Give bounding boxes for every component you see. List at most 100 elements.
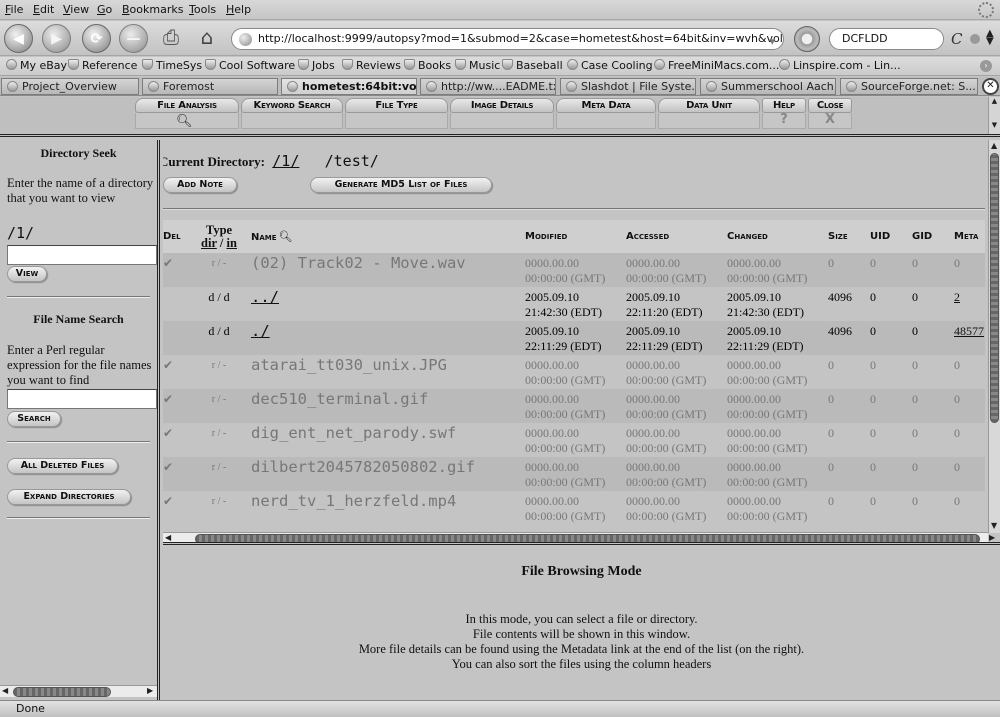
bookmark-item[interactable]: Baseball xyxy=(502,59,563,72)
menu-edit[interactable]: Edit xyxy=(33,3,54,16)
table-row[interactable]: ✔ r / - (02) Track02 - Move.wav 0000.00.00 0… xyxy=(163,253,985,287)
file-name-link[interactable]: dec510_terminal.gif xyxy=(251,390,428,408)
directory-link[interactable]: ./ xyxy=(251,322,270,340)
scroll-down-icon[interactable]: ▼ xyxy=(991,521,997,530)
column-uid[interactable]: UID xyxy=(870,220,912,253)
table-row[interactable]: ✔ r / - dig_ent_net_parody.swf 0000.00.00 00… xyxy=(163,423,985,457)
close-button[interactable]: X xyxy=(808,112,852,129)
table-row[interactable]: ✔ r / - nerd_tv_1_herzfeld.mp4 0000.00.00 00… xyxy=(163,491,985,525)
scroll-up-icon[interactable]: ▲ xyxy=(991,141,997,150)
url-dropdown-icon[interactable]: ▾ xyxy=(769,32,775,49)
bookmark-item[interactable]: Reference xyxy=(68,59,137,72)
table-row[interactable]: ✔ r / - dec510_terminal.gif 0000.00.00 00:00… xyxy=(163,389,985,423)
file-name-link[interactable]: (02) Track02 - Move.wav xyxy=(251,254,466,272)
expand-directories-button[interactable]: Expand Directories xyxy=(7,489,131,505)
menu-file[interactable]: File xyxy=(5,3,23,16)
scrollbar-thumb[interactable] xyxy=(195,534,980,542)
scroll-right-icon[interactable]: ▶ xyxy=(989,533,995,542)
bookmark-item[interactable]: Jobs xyxy=(298,59,335,72)
file-meta[interactable]: 2 xyxy=(954,287,985,321)
tab-readme[interactable]: http://ww....EADME.txt xyxy=(420,78,556,95)
bookmark-item[interactable]: FreeMiniMacs.com... xyxy=(654,59,779,72)
tab-project-overview[interactable]: Project_Overview xyxy=(1,78,139,95)
search-engine-icon[interactable]: C xyxy=(951,30,962,48)
bookmark-item[interactable]: Music xyxy=(455,59,500,72)
search-input[interactable]: DCFLDD xyxy=(829,28,944,50)
scrollbar-thumb[interactable] xyxy=(990,153,999,423)
tab-data-unit[interactable]: Data Unit xyxy=(658,98,760,113)
scroll-left-icon[interactable]: ◀ xyxy=(2,686,8,695)
file-name-link[interactable]: dig_ent_net_parody.swf xyxy=(251,424,456,442)
tab-image-details[interactable]: Image Details xyxy=(450,98,554,113)
search-go-icon[interactable] xyxy=(970,34,980,44)
tab-summerschool[interactable]: Summerschool Aach... xyxy=(700,78,836,95)
reload-icon[interactable]: ⟳ xyxy=(82,24,111,53)
tab-keyword-search[interactable]: Keyword Search xyxy=(241,98,343,113)
stop-icon[interactable]: — xyxy=(119,24,148,53)
bookmark-item[interactable]: My eBay xyxy=(6,59,67,72)
left-horizontal-scrollbar[interactable]: ◀ ▶ xyxy=(0,685,157,697)
table-row[interactable]: d / d ./2005.09.10 22:11:29 (EDT) 2005.09.1… xyxy=(163,321,985,355)
bookmark-item[interactable]: Case Cooling xyxy=(567,59,653,72)
file-name[interactable]: atarai_tt030_unix.JPG xyxy=(251,355,525,389)
tab-file-type[interactable]: File Type xyxy=(345,98,448,113)
generate-md5-button[interactable]: Generate MD5 List of Files xyxy=(310,177,492,193)
close-tab-icon[interactable]: ✕ xyxy=(982,78,999,95)
tab-hometest[interactable]: hometest:64bit:vol1 xyxy=(281,78,417,95)
go-button[interactable] xyxy=(794,26,820,52)
file-name[interactable]: dig_ent_net_parody.swf xyxy=(251,423,525,457)
tab-help[interactable]: Help xyxy=(762,98,806,113)
column-name[interactable]: Name 🔍︎ xyxy=(251,220,525,253)
column-del[interactable]: Del xyxy=(163,220,187,253)
file-list-vertical-scrollbar[interactable]: ▲ ▼ xyxy=(988,140,1000,533)
search-button[interactable]: Search xyxy=(7,411,61,427)
help-button[interactable]: ? xyxy=(762,112,806,129)
column-meta[interactable]: Meta xyxy=(954,220,985,253)
menu-tools[interactable]: Tools xyxy=(189,3,216,16)
menu-go[interactable]: Go xyxy=(97,3,112,16)
table-row[interactable]: ✔ r / - dilbert2045782050802.gif 0000.00.00… xyxy=(163,457,985,491)
menu-view[interactable]: View xyxy=(63,3,89,16)
bookmark-item[interactable]: Cool Software xyxy=(205,59,295,72)
column-modified[interactable]: Modified xyxy=(525,220,626,253)
add-note-button[interactable]: Add Note xyxy=(163,177,237,193)
all-deleted-files-button[interactable]: All Deleted Files xyxy=(7,458,118,474)
file-name[interactable]: dilbert2045782050802.gif xyxy=(251,457,525,491)
home-icon[interactable]: ⌂ xyxy=(193,25,221,53)
top-frame-scrollbar[interactable]: ▲ ▼ xyxy=(988,97,1000,134)
tab-close[interactable]: Close xyxy=(808,98,852,113)
view-button[interactable]: View xyxy=(7,266,47,282)
bookmarks-overflow-icon[interactable]: › xyxy=(980,60,992,72)
file-name[interactable]: ./ xyxy=(251,321,525,355)
bookmark-item[interactable]: Reviews xyxy=(342,59,401,72)
column-changed[interactable]: Changed xyxy=(727,220,828,253)
toolbar-overflow-icon[interactable]: ▲ ▼ xyxy=(986,29,994,47)
tab-foremost[interactable]: Foremost xyxy=(142,78,278,95)
tab-file-analysis[interactable]: File Analysis xyxy=(135,98,239,113)
file-name[interactable]: (02) Track02 - Move.wav xyxy=(251,253,525,287)
file-name-search-input[interactable] xyxy=(7,389,157,409)
menu-bookmarks[interactable]: Bookmarks xyxy=(122,3,183,16)
meta-link[interactable]: 2 xyxy=(954,290,960,304)
file-list-horizontal-scrollbar[interactable]: ◀ ▶ xyxy=(163,532,995,542)
file-name-link[interactable]: nerd_tv_1_herzfeld.mp4 xyxy=(251,492,456,510)
sort-in-link[interactable]: in xyxy=(227,236,237,250)
back-icon[interactable]: ◀ xyxy=(4,24,33,53)
bookmark-item[interactable]: Books xyxy=(404,59,451,72)
tab-slashdot[interactable]: Slashdot | File Syste... xyxy=(560,78,696,95)
tab-sourceforge[interactable]: SourceForge.net: S... xyxy=(840,78,978,95)
bookmark-item[interactable]: Linspire.com - Lin... xyxy=(779,59,901,72)
file-name-link[interactable]: dilbert2045782050802.gif xyxy=(251,458,475,476)
menu-help[interactable]: Help xyxy=(226,3,251,16)
file-name[interactable]: ../ xyxy=(251,287,525,321)
column-accessed[interactable]: Accessed xyxy=(626,220,727,253)
scroll-right-icon[interactable]: ▶ xyxy=(147,686,153,695)
meta-link[interactable]: 48577 xyxy=(954,324,984,338)
file-name-link[interactable]: atarai_tt030_unix.JPG xyxy=(251,356,447,374)
bookmark-item[interactable]: TimeSys xyxy=(142,59,202,72)
file-name[interactable]: nerd_tv_1_herzfeld.mp4 xyxy=(251,491,525,525)
sort-dir-link[interactable]: dir xyxy=(201,236,217,250)
column-gid[interactable]: GID xyxy=(912,220,954,253)
scroll-left-icon[interactable]: ◀ xyxy=(165,533,171,542)
directory-input[interactable] xyxy=(7,245,157,265)
